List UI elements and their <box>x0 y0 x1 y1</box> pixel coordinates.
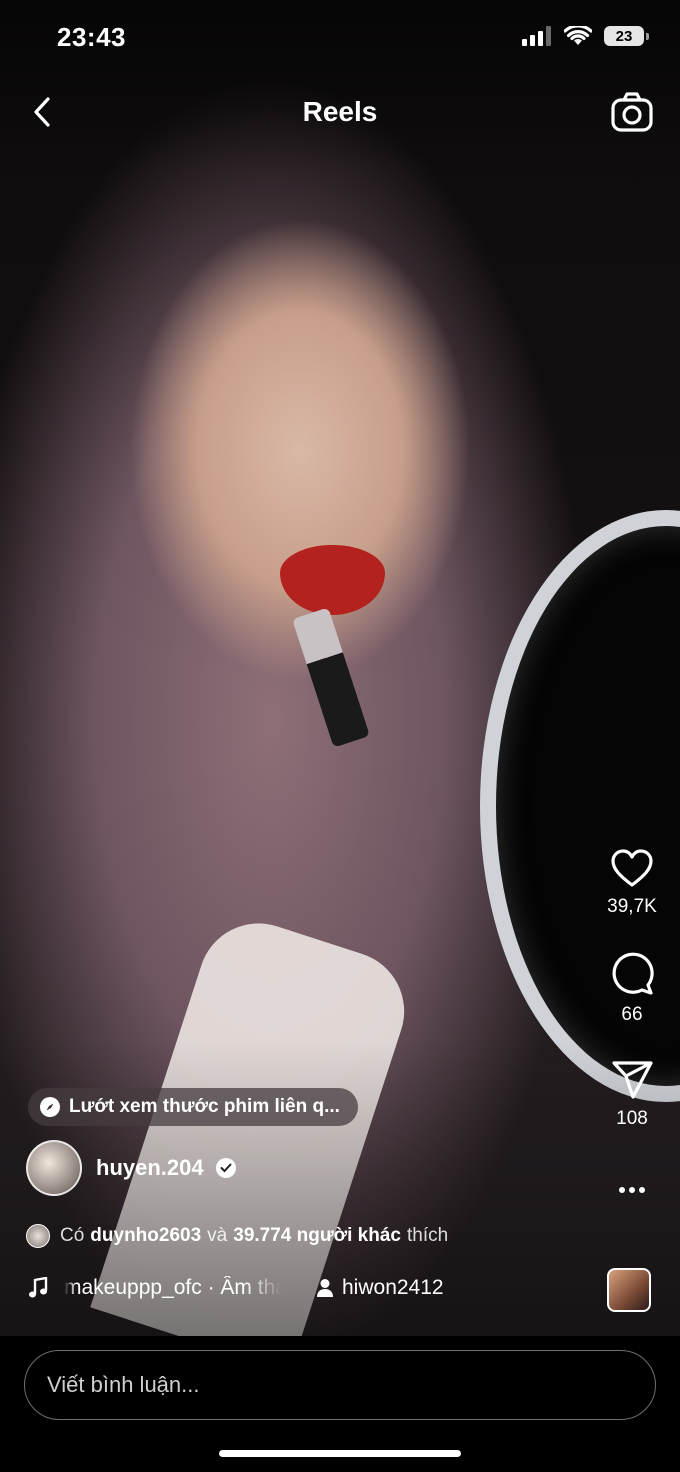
related-reels-label: Lướt xem thước phim liên q... <box>69 1096 340 1117</box>
audio-thumbnail[interactable] <box>607 1268 651 1312</box>
status-icons: 23 <box>522 26 649 46</box>
lips-image <box>280 545 385 615</box>
battery-icon: 23 <box>604 26 649 46</box>
signal-icon <box>522 26 551 46</box>
wifi-icon <box>564 26 592 45</box>
comment-input[interactable]: Viết bình luận... <box>24 1350 656 1420</box>
camera-button[interactable] <box>608 88 656 136</box>
author-row: huyen.204 <box>26 1140 236 1196</box>
reels-header: Reels <box>0 80 680 144</box>
like-button[interactable]: 39,7K <box>607 848 657 918</box>
comment-icon <box>612 952 654 995</box>
home-indicator <box>219 1450 461 1457</box>
person-icon <box>317 1279 333 1297</box>
more-options-button[interactable] <box>618 1170 646 1201</box>
comment-bar: Viết bình luận... <box>0 1336 680 1472</box>
comment-placeholder: Viết bình luận... <box>47 1372 200 1397</box>
liker-username[interactable]: duynho2603 <box>90 1225 201 1247</box>
audio-track-marquee[interactable]: makeuppp_ofc · Âm thanh gốc <box>64 1276 282 1300</box>
share-count: 108 <box>616 1108 648 1129</box>
audio-row: makeuppp_ofc · Âm thanh gốc hiwon2412 <box>28 1276 444 1300</box>
heart-icon <box>611 849 653 887</box>
music-note-icon <box>29 1277 48 1298</box>
reel-video[interactable] <box>0 0 680 1336</box>
status-time: 23:43 <box>57 22 126 52</box>
liker-avatar <box>26 1224 50 1248</box>
tagged-user[interactable]: hiwon2412 <box>316 1276 444 1300</box>
avatar[interactable] <box>26 1140 82 1196</box>
likes-prefix: Có <box>60 1225 85 1246</box>
liked-by-row[interactable]: Có duynho2603 và 39.774 người khác thích <box>26 1224 448 1248</box>
camera-icon <box>611 92 653 132</box>
likes-others[interactable]: 39.774 người khác <box>233 1225 401 1247</box>
tagged-username: hiwon2412 <box>342 1276 444 1299</box>
likes-suffix: thích <box>406 1225 449 1246</box>
verified-badge-icon <box>215 1158 236 1178</box>
share-button[interactable]: 108 <box>611 1060 653 1130</box>
compass-icon <box>40 1097 60 1117</box>
comment-button[interactable]: 66 <box>610 952 654 1026</box>
like-count: 39,7K <box>607 896 657 917</box>
lipstick-image <box>292 607 370 748</box>
likes-joiner: và <box>207 1225 228 1246</box>
username[interactable]: huyen.204 <box>96 1155 204 1181</box>
send-icon <box>612 1061 653 1099</box>
more-icon <box>619 1187 645 1193</box>
related-reels-pill[interactable]: Lướt xem thước phim liên q... <box>28 1088 358 1126</box>
comment-count: 66 <box>621 1004 643 1025</box>
page-title: Reels <box>302 96 378 127</box>
action-rail: 39,7K 66 108 <box>602 848 662 1201</box>
